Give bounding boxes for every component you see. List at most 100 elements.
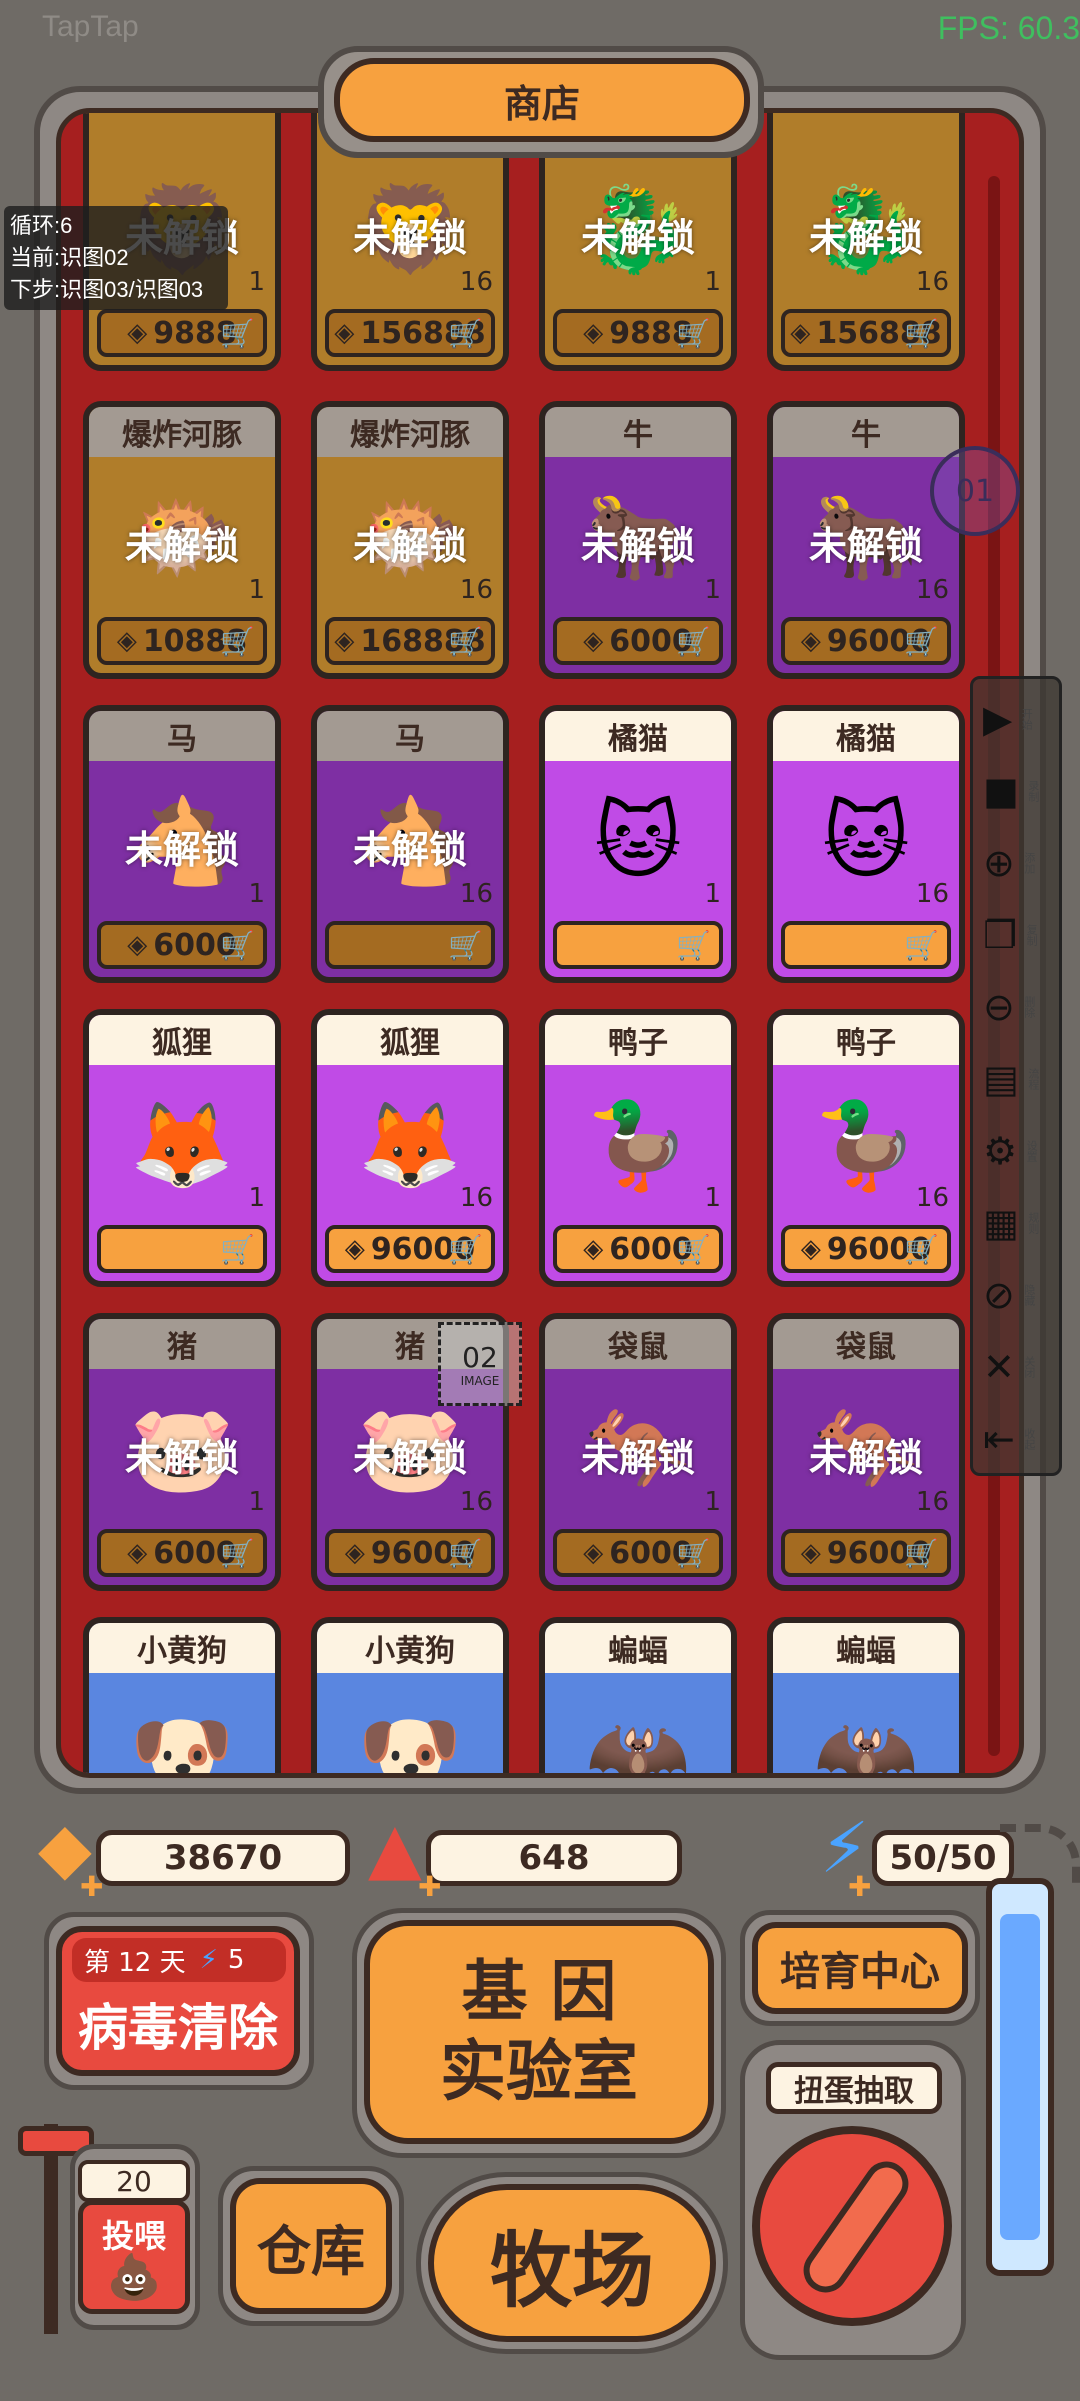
- buy-button[interactable]: ◈ 96000 🛒: [325, 1225, 495, 1273]
- play-icon[interactable]: ▶ 开始: [983, 691, 1053, 747]
- shop-panel[interactable]: 🦁未解锁1◈9888🛒🦁未解锁16◈156888🛒🐉未解锁1◈9888🛒🐉未解锁…: [56, 108, 1024, 1778]
- buy-button[interactable]: 🛒: [553, 921, 723, 969]
- debug-current: 当前:识图02: [10, 245, 129, 270]
- shop-card[interactable]: 爆炸河豚 🐡 未解锁 1 ◈ 10888 🛒: [83, 401, 281, 679]
- gene-lab-button[interactable]: 基 因 实验室: [364, 1920, 714, 2144]
- card-name: 牛: [773, 407, 959, 457]
- card-count: 1: [248, 879, 265, 909]
- buy-button[interactable]: ◈ 96000 🛒: [781, 617, 951, 665]
- cart-icon: 🛒: [448, 1232, 483, 1266]
- shop-card[interactable]: 橘猫 🐱 16 🛒: [767, 705, 965, 983]
- buy-button[interactable]: ◈ 156888 🛒: [325, 309, 495, 357]
- add-icon[interactable]: ⊕ 添加: [983, 835, 1053, 891]
- shop-card[interactable]: 蝙蝠🦇🛒: [767, 1617, 965, 1773]
- collapse-icon[interactable]: ⇤ 收起: [983, 1411, 1053, 1467]
- image-marker[interactable]: 02 IMAGE: [438, 1322, 522, 1406]
- buy-button[interactable]: ◈ 6000 🛒: [553, 1529, 723, 1577]
- gem-icon: ◈: [583, 626, 604, 656]
- gacha-button[interactable]: [752, 2126, 952, 2326]
- shop-card[interactable]: 鸭子 🦆 16 ◈ 96000 🛒: [767, 1009, 965, 1287]
- add-crystal-icon[interactable]: ✚: [418, 1870, 441, 1903]
- card-count: 1: [704, 267, 721, 297]
- cart-icon: 🛒: [220, 1536, 255, 1570]
- record-icon[interactable]: ■ 录制: [983, 763, 1053, 819]
- buy-button[interactable]: ◈ 9888 🛒: [553, 309, 723, 357]
- toolbar-glyph: ▶: [983, 697, 1013, 741]
- buy-button[interactable]: ◈ 6000 🛒: [97, 1529, 267, 1577]
- shop-card[interactable]: 🐉 未解锁 16 ◈ 156888 🛒: [767, 113, 965, 371]
- virus-label: 病毒清除: [78, 1999, 278, 2057]
- image-marker-label: 02: [462, 1340, 498, 1374]
- shop-card[interactable]: 马 🐴 未解锁 16 🛒: [311, 705, 509, 983]
- shop-card[interactable]: 狐狸 🦊 16 ◈ 96000 🛒: [311, 1009, 509, 1287]
- cart-icon: 🛒: [448, 624, 483, 658]
- gem-icon: ◈: [583, 318, 604, 348]
- shop-card[interactable]: 牛 🐂 未解锁 1 ◈ 6000 🛒: [539, 401, 737, 679]
- animal-icon: 🦆: [813, 1096, 919, 1194]
- locked-label: 未解锁: [352, 524, 467, 568]
- shop-card[interactable]: 橘猫 🐱 1 🛒: [539, 705, 737, 983]
- buy-button[interactable]: ◈ 156888 🛒: [781, 309, 951, 357]
- card-name: 蝙蝠: [545, 1623, 731, 1673]
- debug-next: 下步:识图03/识图03: [10, 277, 204, 302]
- copy-icon[interactable]: ❐ 复制: [983, 907, 1053, 963]
- shop-card[interactable]: 小黄狗🐶🛒: [83, 1617, 281, 1778]
- virus-day: 第 12 天: [84, 1947, 186, 1978]
- debug-loop: 循环:6: [10, 213, 73, 238]
- shop-card[interactable]: 蝙蝠🦇🛒: [539, 1617, 737, 1773]
- buy-button[interactable]: ◈ 6000 🛒: [553, 1225, 723, 1273]
- image-marker-sub: IMAGE: [460, 1373, 500, 1388]
- card-count: 16: [459, 575, 493, 605]
- shop-card[interactable]: 鸭子 🦆 1 ◈ 6000 🛒: [539, 1009, 737, 1287]
- shop-card[interactable]: 袋鼠 🦘 未解锁 16 ◈ 96000 🛒: [767, 1313, 965, 1591]
- storage-button[interactable]: 仓库: [230, 2178, 392, 2314]
- shop-card[interactable]: 袋鼠 🦘 未解锁 1 ◈ 6000 🛒: [539, 1313, 737, 1591]
- shop-card[interactable]: 猪 🐷 未解锁 1 ◈ 6000 🛒: [83, 1313, 281, 1591]
- shop-card[interactable]: 马 🐴 未解锁 1 ◈ 6000 🛒: [83, 705, 281, 983]
- cart-icon: 🛒: [676, 928, 711, 962]
- locked-label: 未解锁: [352, 828, 467, 872]
- energy-counter: 50/50: [872, 1830, 1014, 1886]
- add-energy-icon[interactable]: ✚: [848, 1870, 871, 1903]
- card-count: 16: [915, 879, 949, 909]
- toolbar-label: 录制: [1026, 780, 1040, 802]
- rules-icon[interactable]: ▦ 规则: [983, 1195, 1053, 1251]
- ranch-button[interactable]: 牧场: [428, 2184, 716, 2342]
- buy-button[interactable]: ◈ 96000 🛒: [325, 1529, 495, 1577]
- buy-button[interactable]: ◈ 168888 🛒: [325, 617, 495, 665]
- animal-icon: 🦊: [129, 1096, 235, 1194]
- add-gem-icon[interactable]: ✚: [80, 1870, 103, 1903]
- buy-button[interactable]: ◈ 96000 🛒: [781, 1529, 951, 1577]
- buy-button[interactable]: 🛒: [97, 1225, 267, 1273]
- buy-button[interactable]: ◈ 6000 🛒: [97, 921, 267, 969]
- crosshair-marker[interactable]: 01: [930, 446, 1020, 536]
- close-icon[interactable]: ✕ 关闭: [983, 1339, 1053, 1395]
- buy-button[interactable]: 🛒: [325, 921, 495, 969]
- shop-card[interactable]: 牛 🐂 未解锁 16 ◈ 96000 🛒: [767, 401, 965, 679]
- remove-icon[interactable]: ⊖ 删除: [983, 979, 1053, 1035]
- animal-icon: 🐶: [357, 1704, 463, 1778]
- energy-value: 50/50: [889, 1838, 997, 1878]
- flow-icon[interactable]: ▤ 流程: [983, 1051, 1053, 1107]
- card-name: 小黄狗: [317, 1623, 503, 1673]
- animal-icon: 🐶: [129, 1704, 235, 1778]
- toolbar-glyph: ❐: [983, 913, 1018, 957]
- settings-icon[interactable]: ⚙ 设置: [983, 1123, 1053, 1179]
- buy-button[interactable]: 🛒: [781, 921, 951, 969]
- virus-clear-button[interactable]: 第 12 天 ⚡ 5 病毒清除: [56, 1926, 300, 2076]
- buy-button[interactable]: ◈ 9888 🛒: [97, 309, 267, 357]
- hide-icon[interactable]: ⊘ 隐藏: [983, 1267, 1053, 1323]
- shop-card[interactable]: 小黄狗🐶🛒: [311, 1617, 509, 1778]
- cart-icon: 🛒: [676, 316, 711, 350]
- breed-center-button[interactable]: 培育中心: [752, 1922, 968, 2014]
- feed-button[interactable]: 投喂 💩: [78, 2200, 190, 2314]
- buy-button[interactable]: ◈ 96000 🛒: [781, 1225, 951, 1273]
- shop-card[interactable]: 狐狸 🦊 1 🛒: [83, 1009, 281, 1287]
- buy-button[interactable]: ◈ 10888 🛒: [97, 617, 267, 665]
- buy-button[interactable]: ◈ 6000 🛒: [553, 617, 723, 665]
- toolbar-glyph: ▦: [983, 1201, 1019, 1245]
- card-name: 蝙蝠: [773, 1623, 959, 1673]
- card-count: 1: [704, 1487, 721, 1517]
- card-name: 鸭子: [773, 1015, 959, 1065]
- shop-card[interactable]: 爆炸河豚 🐡 未解锁 16 ◈ 168888 🛒: [311, 401, 509, 679]
